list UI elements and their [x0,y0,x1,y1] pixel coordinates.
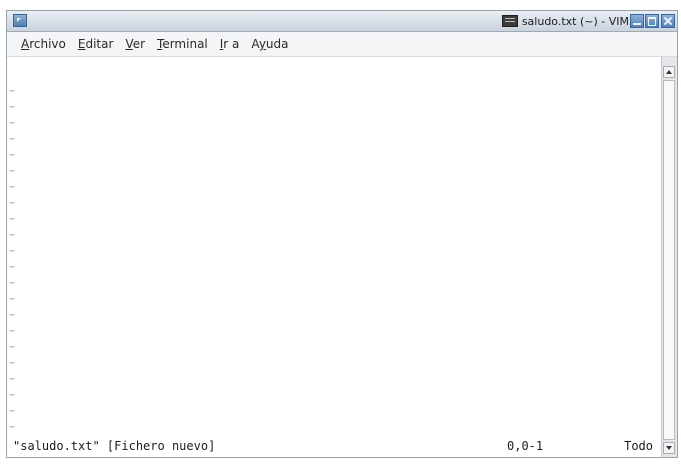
empty-line-tilde: ~ [9,134,16,145]
empty-line-tilde: ~ [9,118,16,129]
vertical-scrollbar[interactable] [661,57,677,457]
empty-line-tilde: ~ [9,102,16,113]
menu-bar: Archivo Editar Ver Terminal Ir a Ayuda [7,32,677,57]
empty-line-tilde: ~ [9,342,16,353]
empty-line-tilde: ~ [9,294,16,305]
menu-terminal[interactable]: Terminal [157,37,208,51]
empty-line-tilde: ~ [9,150,16,161]
vim-window: saludo.txt (~) - VIM Archivo Editar Ver … [6,10,678,458]
terminal-icon [501,15,518,27]
empty-line-tilde: ~ [9,422,16,433]
empty-line-markers: ~ ~ ~ ~ ~ ~ ~ ~ ~ ~ ~ ~ ~ ~ ~ ~ ~ ~ ~ ~ ~ ~ [7,84,23,436]
empty-line-tilde: ~ [9,406,16,417]
menu-ayuda[interactable]: Ayuda [251,37,288,51]
empty-line-tilde: ~ [9,182,16,193]
menu-ir-a[interactable]: Ir a [220,37,240,51]
window-title: saludo.txt (~) - VIM [521,14,629,28]
menu-ver[interactable]: Ver [125,37,145,51]
empty-line-tilde: ~ [9,262,16,273]
status-message: "saludo.txt" [Fichero nuevo] [13,439,216,453]
empty-line-tilde: ~ [9,278,16,289]
scroll-indicator: Todo [624,439,653,453]
empty-line-tilde: ~ [9,198,16,209]
minimize-icon[interactable] [630,14,644,28]
empty-line-tilde: ~ [9,86,16,97]
empty-line-tilde: ~ [9,246,16,257]
empty-line-tilde: ~ [9,390,16,401]
scroll-thumb[interactable] [663,80,675,440]
empty-line-tilde: ~ [9,310,16,321]
window-menu-icon[interactable] [13,14,27,27]
empty-line-tilde: ~ [9,230,16,241]
scroll-up-icon[interactable] [663,66,675,78]
empty-line-tilde: ~ [9,214,16,225]
scroll-down-icon[interactable] [663,442,675,454]
title-area: saludo.txt (~) - VIM [501,13,629,29]
status-line: "saludo.txt" [Fichero nuevo] 0,0-1 Todo [7,437,661,455]
menu-editar[interactable]: Editar [78,37,114,51]
close-icon[interactable] [661,14,675,28]
text-editor-area[interactable]: ~ ~ ~ ~ ~ ~ ~ ~ ~ ~ ~ ~ ~ ~ ~ ~ ~ ~ ~ ~ ~ ~ "saludo.txt" [Fic… [7,57,661,457]
cursor-position: 0,0-1 [507,439,544,453]
title-bar[interactable]: saludo.txt (~) - VIM [7,11,677,32]
menu-archivo[interactable]: Archivo [21,37,66,51]
empty-line-tilde: ~ [9,166,16,177]
empty-line-tilde: ~ [9,358,16,369]
empty-line-tilde: ~ [9,326,16,337]
maximize-icon[interactable] [645,14,659,28]
empty-line-tilde: ~ [9,374,16,385]
